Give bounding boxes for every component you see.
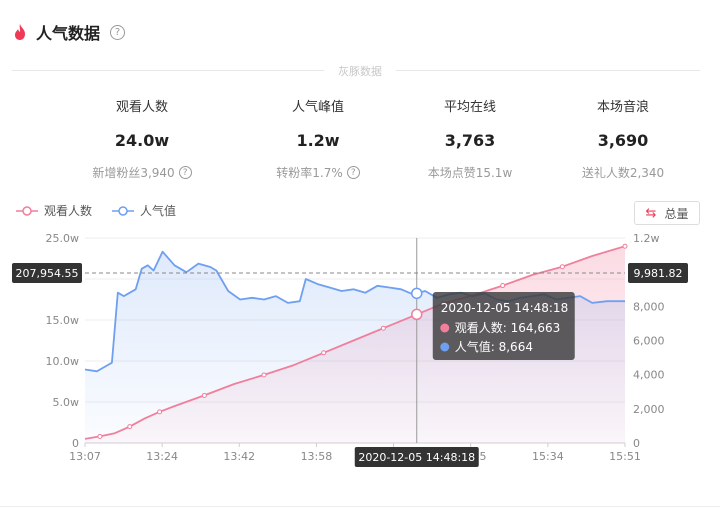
x-tick-label: 13:42 [223, 450, 255, 463]
y-right-tick-label: 4,000 [633, 369, 665, 382]
stat-label: 人气峰值 [291, 100, 344, 115]
legend-item-viewers[interactable]: 观看人数 [16, 202, 92, 219]
y-right-tick-label: 1.2w [633, 232, 660, 245]
data-point [261, 372, 267, 378]
y-left-tick-label: 20.0w [46, 273, 80, 286]
stat-value: 3,763 [444, 131, 496, 150]
divider [0, 506, 720, 507]
stat-label: 本场音浪 [596, 100, 649, 115]
tooltip-title: 2020-12-05 14:48:18 [441, 301, 568, 315]
stat-avg-online: 平均在线 3,763 本场点赞15.1w [390, 96, 550, 181]
series-line-popularity [84, 250, 625, 373]
stat-label: 观看人数 [115, 100, 168, 115]
legend-item-popularity[interactable]: 人气值 [112, 202, 176, 219]
crosshair-point-popularity [411, 287, 423, 300]
stat-sub-text: 新增粉丝3,940 [92, 166, 175, 180]
crosshair-time-value: 2020-12-05 14:48:18 [358, 451, 475, 464]
stat-gifts: 本场音浪 3,690 送礼人数2,340 [543, 96, 703, 181]
question-circle-icon[interactable]: ? [346, 166, 360, 179]
y-left-tick-label: 5.0w [53, 396, 80, 409]
tooltip-dot [440, 323, 450, 333]
watermark-label: 灰豚数据 [324, 63, 396, 79]
stat-sub: 新增粉丝3,940 ? [62, 164, 222, 181]
tooltip-box [432, 292, 575, 360]
data-point [201, 392, 207, 398]
crosshair-right-tag [628, 263, 688, 283]
stat-sub-text: 转粉率1.7% [276, 166, 343, 180]
stat-viewers: 观看人数 24.0w 新增粉丝3,940 ? [62, 96, 222, 181]
y-right-tick-label: 2,000 [633, 403, 665, 416]
crosshair-left-tag [12, 263, 82, 283]
x-tick-label: 15:51 [609, 450, 641, 463]
stat-sub: 本场点赞15.1w [390, 164, 550, 181]
y-left-tick-label: 0 [72, 437, 79, 450]
series-area-viewers [85, 246, 625, 443]
legend-line-icon [112, 205, 135, 216]
section-header: 人气数据 ? [12, 18, 126, 46]
legend-line-icon [16, 205, 38, 216]
stat-sub: 转粉率1.7% ? [238, 164, 398, 181]
stat-sub-text: 本场点赞15.1w [427, 166, 513, 180]
x-tick-label: 14:15 [455, 450, 487, 463]
data-point [622, 243, 628, 249]
tooltip-dot [440, 342, 450, 352]
series-line-viewers [84, 245, 626, 440]
tooltip-row: 人气值: 8,664 [455, 339, 533, 354]
data-point [440, 301, 446, 307]
total-button-label: 总量 [664, 206, 689, 221]
data-point [380, 325, 386, 331]
page-title: 人气数据 [36, 24, 101, 43]
x-tick-label: 15:34 [532, 450, 564, 463]
flame-icon [15, 24, 25, 40]
x-tick-label: 13:07 [69, 450, 101, 463]
y-left-tick-label: 10.0w [46, 355, 80, 368]
swap-icon: ⇆ [645, 205, 657, 221]
crosshair-time-tag [354, 447, 479, 467]
y-left-tick-label: 15.0w [46, 314, 80, 327]
y-right-tick-label: 8,000 [633, 300, 665, 313]
y-left-tick-label: 25.0w [46, 232, 80, 245]
stat-label: 平均在线 [443, 100, 496, 115]
data-point [157, 409, 163, 415]
legend-label: 人气值 [140, 204, 177, 218]
series-area-popularity [85, 251, 625, 443]
data-point [321, 350, 327, 356]
stat-sub-text: 送礼人数2,340 [581, 166, 665, 180]
stat-value: 3,690 [597, 131, 649, 150]
y-right-tick-label: 10,000 [633, 266, 672, 279]
tooltip-row: 观看人数: 164,663 [455, 320, 560, 335]
crosshair-left-value: 207,954.55 [16, 267, 79, 280]
data-point [127, 424, 133, 430]
question-circle-icon[interactable]: ? [110, 24, 126, 40]
data-point [97, 433, 103, 439]
y-right-tick-label: 0 [633, 437, 640, 450]
chart-legend: 观看人数 人气值 [16, 202, 196, 219]
legend-label: 观看人数 [44, 204, 93, 218]
x-tick-label: 14:19 [378, 450, 410, 463]
y-right-tick-label: 6,000 [633, 335, 665, 348]
crosshair-point-viewers [411, 308, 423, 321]
stat-peak: 人气峰值 1.2w 转粉率1.7% ? [238, 96, 398, 181]
total-toggle-button[interactable]: ⇆ 总量 [634, 201, 700, 225]
x-tick-label: 13:24 [146, 450, 178, 463]
x-tick-label: 13:58 [301, 450, 333, 463]
crosshair-right-value: 9,981.82 [634, 267, 683, 280]
data-point [559, 264, 565, 270]
stat-sub: 送礼人数2,340 [543, 164, 703, 181]
stat-value: 24.0w [114, 131, 170, 150]
data-point [500, 283, 506, 289]
question-circle-icon[interactable]: ? [178, 166, 192, 179]
stat-value: 1.2w [296, 131, 340, 150]
